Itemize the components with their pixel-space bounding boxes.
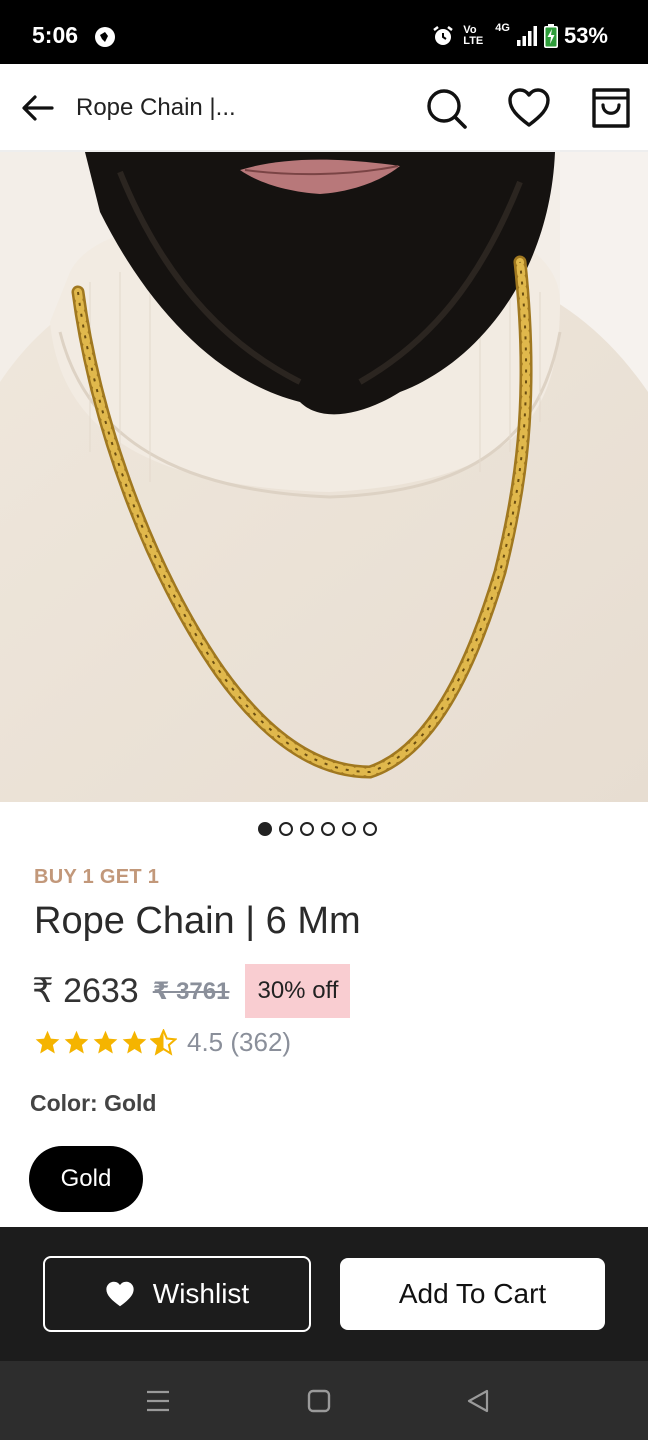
half-star-icon — [150, 1028, 177, 1056]
color-option-gold[interactable]: Gold — [29, 1146, 143, 1212]
selling-price: ₹ 2633 — [32, 972, 139, 1010]
app-notification-icon — [95, 27, 115, 47]
recent-apps-icon[interactable] — [140, 1383, 176, 1419]
carousel-dot[interactable] — [321, 822, 335, 836]
add-to-cart-label: Add To Cart — [398, 1278, 547, 1309]
star-icon — [35, 1030, 60, 1054]
app-header: Rope Chain |... — [0, 64, 648, 152]
network-type: 4G — [495, 22, 510, 34]
price-row: ₹ 2633 ₹ 3761 30% off — [32, 964, 351, 1018]
back-nav-icon[interactable] — [460, 1383, 496, 1419]
battery-level: 53% — [563, 23, 608, 48]
image-carousel-indicator — [258, 822, 377, 836]
product-photo — [0, 152, 648, 802]
discount-badge: 30% off — [245, 964, 351, 1018]
heart-filled-icon — [106, 1281, 134, 1307]
system-nav-bar — [0, 1361, 648, 1440]
status-bar: 5:06 Vo LTE 4G 53% — [0, 0, 648, 64]
product-title: Rope Chain | 6 Mm — [34, 900, 361, 942]
carousel-dot[interactable] — [300, 822, 314, 836]
rating-row[interactable]: 4.5 (362) — [34, 1024, 291, 1060]
star-icon — [93, 1030, 118, 1054]
add-to-cart-button[interactable]: Add To Cart — [340, 1258, 605, 1330]
battery-charging-icon — [543, 24, 558, 48]
wishlist-label: Wishlist — [152, 1278, 250, 1309]
volte-indicator: Vo LTE — [463, 24, 484, 47]
status-time: 5:06 — [32, 22, 79, 48]
status-icons: Vo LTE 4G 53% — [431, 20, 608, 52]
star-icon — [64, 1030, 89, 1054]
carousel-dot[interactable] — [342, 822, 356, 836]
alarm-icon — [433, 26, 454, 45]
star-rating — [34, 1028, 177, 1056]
back-arrow-icon[interactable] — [18, 88, 58, 128]
carousel-dot[interactable] — [363, 822, 377, 836]
home-icon[interactable] — [301, 1383, 337, 1419]
search-icon[interactable] — [424, 86, 468, 130]
page-title: Rope Chain |... — [76, 94, 236, 121]
star-icon — [122, 1030, 147, 1054]
shopping-bag-icon[interactable] — [589, 86, 633, 130]
carousel-dot[interactable] — [279, 822, 293, 836]
wishlist-button[interactable]: Wishlist — [43, 1256, 311, 1332]
offer-tag: BUY 1 GET 1 — [34, 866, 160, 888]
rating-summary: 4.5 (362) — [187, 1026, 292, 1057]
bottom-action-bar: Wishlist Add To Cart — [0, 1227, 648, 1361]
original-price: ₹ 3761 — [152, 977, 230, 1005]
heart-icon[interactable] — [507, 86, 551, 130]
carousel-dot[interactable] — [258, 822, 272, 836]
signal-icon — [516, 26, 537, 46]
color-label: Color: Gold — [30, 1090, 157, 1116]
product-image[interactable] — [0, 152, 648, 802]
